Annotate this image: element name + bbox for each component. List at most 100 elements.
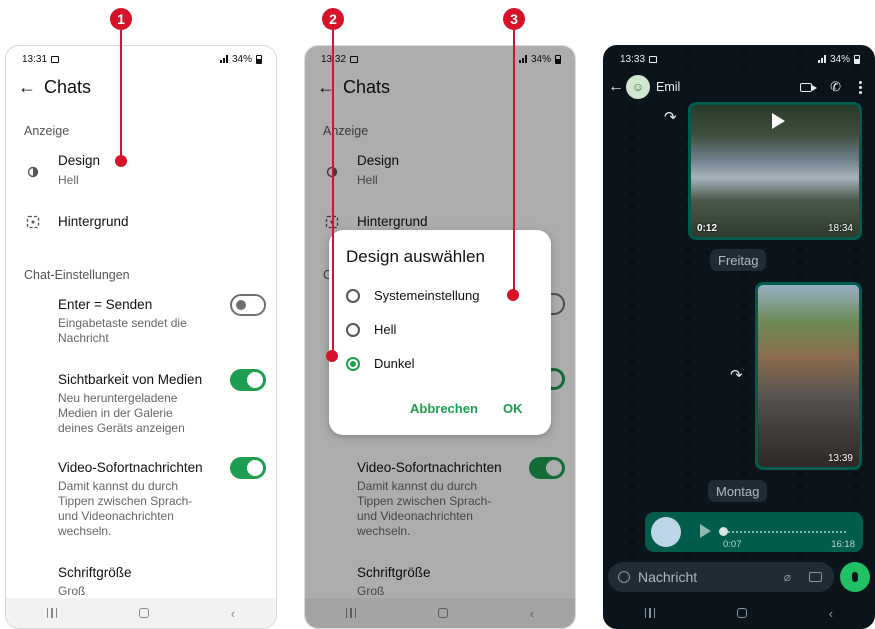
ok-button[interactable]: OK [503,401,523,416]
option-light-label: Hell [374,322,397,337]
theme-icon [25,164,41,180]
photo-message[interactable]: 13:39 [755,282,862,470]
marker-2-line [332,30,334,356]
emoji-icon[interactable] [618,571,630,583]
message-input[interactable]: Nachricht [638,569,697,585]
video-description: Damit kannst du durch Tippen zwischen Sp… [58,479,193,538]
back-arrow-icon[interactable]: ← [608,78,626,96]
marker-1-dot [115,155,127,167]
date-divider-monday: Montag [708,480,768,502]
status-bar: 13:31 34% [6,46,276,72]
design-label: Design [58,153,101,168]
setting-enter-send[interactable]: Enter = Senden Eingabetaste sendet die N… [6,294,276,347]
design-value: Hell [58,173,79,187]
voice-message[interactable]: 0:07 16:18 [645,512,863,552]
video-call-icon[interactable] [800,82,818,92]
forward-icon[interactable]: ↷ [664,108,677,126]
setting-design[interactable]: Design Hell [6,153,276,191]
contact-avatar[interactable]: ☺ [626,75,650,99]
radio-dark-selected[interactable] [346,356,360,371]
mic-button[interactable] [840,562,870,592]
back-arrow-icon[interactable]: ← [18,77,42,98]
status-bar: 13:33 34% [604,46,874,72]
phone-screen-2: 13:32 34% ← Chats Anzeige Design Hell Hi… [304,45,576,629]
battery-percent: 34% [231,53,252,65]
photo-timestamp: 13:39 [827,453,853,464]
media-description: Neu heruntergeladene Medien in der Galer… [58,391,185,435]
marker-3: 3 [503,8,525,30]
recent-apps-icon[interactable] [644,608,656,618]
battery-percent: 34% [829,53,850,65]
setting-media-visibility[interactable]: Sichtbarkeit von Medien Neu heruntergela… [6,369,276,438]
home-icon[interactable] [138,608,149,618]
status-time: 13:33 [620,53,646,65]
gallery-icon [649,55,658,63]
battery-icon [854,54,860,64]
enter-description: Eingabetaste sendet die Nachricht [58,316,187,345]
gallery-icon [51,55,60,63]
battery-icon [256,54,262,64]
tutorial-canvas: 1 2 3 13:31 34% ← Chats Anzeige Design H… [0,0,875,629]
marker-3-dot [507,289,519,301]
voice-timestamp: 16:18 [831,539,855,550]
setting-video-messages[interactable]: Video-Sofortnachrichten Damit kannst du … [6,457,276,540]
voice-duration: 0:07 [723,539,742,550]
wallpaper-icon [25,214,41,230]
media-label: Sichtbarkeit von Medien [58,372,203,387]
nav-back-icon[interactable]: ‹ [231,606,235,621]
system-nav-bar: ‹ [6,598,276,628]
video-timestamp: 18:34 [827,223,853,234]
option-light[interactable]: Hell [346,322,396,337]
background-label: Hintergrund [58,214,129,229]
radio-system[interactable] [346,288,360,303]
signal-icon [219,55,228,63]
marker-3-line [513,30,515,294]
section-chat-settings: Chat-Einstellungen [24,268,130,282]
design-dialog: Design auswählen Systemeinstellung Hell … [329,230,551,435]
play-icon[interactable] [772,113,785,129]
camera-icon[interactable] [809,572,822,582]
system-nav-bar: ‹ [604,598,874,628]
video-message[interactable]: 0:12 18:34 [688,102,862,240]
chat-header: ← ☺ Emil ✆ [604,72,874,102]
phone-screen-1: 13:31 34% ← Chats Anzeige Design Hell Hi… [5,45,277,629]
video-messages-toggle[interactable] [230,457,266,479]
media-visibility-toggle[interactable] [230,369,266,391]
app-bar: ← Chats [6,72,276,102]
phone-screen-3: 13:33 34% ← ☺ Emil ✆ ↷ 0:12 18:34 Freita… [603,45,875,629]
marker-1: 1 [110,8,132,30]
option-dark-label: Dunkel [374,356,415,371]
attach-icon[interactable]: ⌀ [784,570,791,584]
more-options-icon[interactable] [859,80,862,94]
option-dark[interactable]: Dunkel [346,356,414,371]
cancel-button[interactable]: Abbrechen [410,401,478,416]
radio-light[interactable] [346,322,360,337]
date-divider-friday: Freitag [710,249,767,271]
mic-icon [852,572,858,582]
home-icon[interactable] [736,608,747,618]
signal-icon [817,55,826,63]
nav-back-icon[interactable]: ‹ [829,606,833,621]
voice-waveform[interactable] [721,531,846,533]
voice-play-icon[interactable] [700,524,711,538]
voice-seek-handle[interactable] [719,527,728,536]
marker-1-line [120,30,122,160]
marker-2-dot [326,350,338,362]
enter-send-toggle[interactable] [230,294,266,316]
option-system[interactable]: Systemeinstellung [346,288,480,303]
contact-name[interactable]: Emil [656,80,680,94]
enter-label: Enter = Senden [58,297,153,312]
video-duration: 0:12 [697,223,718,234]
page-title: Chats [44,76,92,97]
video-label: Video-Sofortnachrichten [58,460,203,475]
recent-apps-icon[interactable] [46,608,58,618]
font-size-label: Schriftgröße [58,565,132,580]
section-display: Anzeige [24,124,70,138]
message-input-bar[interactable]: Nachricht ⌀ [608,562,834,592]
setting-background[interactable]: Hintergrund [6,214,276,236]
status-time: 13:31 [22,53,48,65]
option-system-label: Systemeinstellung [374,288,480,303]
forward-icon[interactable]: ↷ [730,366,743,384]
font-size-value: Groß [58,584,86,598]
phone-call-icon[interactable]: ✆ [830,79,841,95]
